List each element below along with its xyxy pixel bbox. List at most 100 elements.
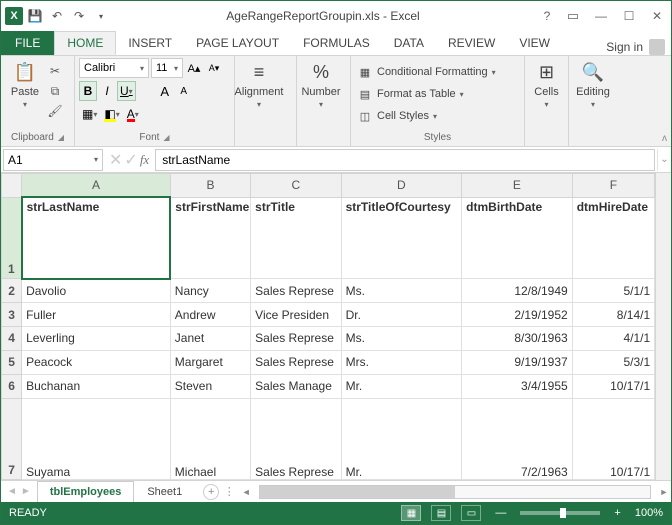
tab-insert[interactable]: INSERT <box>116 31 184 55</box>
spreadsheet-grid[interactable]: A B C D E F 1 strLastName strFirstName s… <box>1 173 671 480</box>
tab-page-layout[interactable]: PAGE LAYOUT <box>184 31 291 55</box>
decrease-font-icon[interactable]: A▾ <box>205 58 223 78</box>
row-7[interactable]: 7SuyamaMichaelSales RepreseMr.7/2/196310… <box>2 398 655 479</box>
sheet-nav-prev-icon[interactable]: ◄ <box>7 486 17 497</box>
cell-F1[interactable]: dtmHireDate <box>572 197 654 278</box>
cancel-formula-icon[interactable]: ✕ <box>109 150 122 170</box>
tab-view[interactable]: VIEW <box>507 31 562 55</box>
copy-icon[interactable]: ⧉ <box>45 82 65 100</box>
col-A[interactable]: A <box>22 174 171 198</box>
col-E[interactable]: E <box>462 174 573 198</box>
format-as-table-button[interactable]: ▤Format as Table▾ <box>357 84 502 104</box>
row-5[interactable]: 5PeacockMargaretSales RepreseMrs.9/19/19… <box>2 350 655 374</box>
format-painter-icon[interactable]: 🖌 <box>45 102 65 120</box>
font-launcher-icon[interactable]: ◢ <box>163 133 169 142</box>
sheet-nav-next-icon[interactable]: ► <box>21 486 31 497</box>
maximize-icon[interactable]: ☐ <box>615 5 643 27</box>
fill-color-button[interactable]: ◧▾ <box>101 104 122 124</box>
group-number: % Number ▾ <box>297 56 351 146</box>
save-icon[interactable]: 💾 <box>25 6 45 26</box>
editing-button[interactable]: 🔍 Editing ▾ <box>573 58 613 109</box>
find-icon: 🔍 <box>581 60 605 84</box>
minimize-icon[interactable]: — <box>587 5 615 27</box>
row-1[interactable]: 1 strLastName strFirstName strTitle strT… <box>2 197 655 278</box>
formula-input[interactable]: strLastName <box>155 149 655 171</box>
clipboard-label: Clipboard <box>11 132 54 143</box>
increase-font-icon[interactable]: A▴ <box>185 58 203 78</box>
col-B[interactable]: B <box>170 174 250 198</box>
col-C[interactable]: C <box>251 174 341 198</box>
collapse-ribbon-icon[interactable]: ʌ <box>662 133 667 144</box>
bold-button[interactable]: B <box>79 81 97 101</box>
tab-data[interactable]: DATA <box>382 31 436 55</box>
font-size-select[interactable]: 11▾ <box>151 58 183 78</box>
tab-home[interactable]: HOME <box>54 31 116 55</box>
row-4[interactable]: 4LeverlingJanetSales RepreseMs.8/30/1963… <box>2 327 655 351</box>
row-3[interactable]: 3FullerAndrewVice PresidenDr.2/19/19528/… <box>2 303 655 327</box>
hscroll-left-icon[interactable]: ◄ <box>239 487 253 497</box>
italic-button[interactable]: I <box>98 81 116 101</box>
col-D[interactable]: D <box>341 174 462 198</box>
tab-file[interactable]: FILE <box>1 31 54 55</box>
zoom-slider[interactable] <box>520 511 600 515</box>
name-box[interactable]: A1▾ <box>3 149 103 171</box>
cells-icon: ⊞ <box>535 60 559 84</box>
font-size-icon[interactable]: A <box>156 81 174 101</box>
styles-label: Styles <box>424 132 451 143</box>
sheet-tab-other[interactable]: Sheet1 <box>134 481 195 503</box>
row-6[interactable]: 6BuchananStevenSales ManageMr.3/4/195510… <box>2 374 655 398</box>
clipboard-launcher-icon[interactable]: ◢ <box>58 133 64 142</box>
rowhead-1[interactable]: 1 <box>2 197 22 278</box>
alignment-label: Alignment <box>235 86 284 98</box>
expand-formula-bar-icon[interactable]: ⌄ <box>657 149 671 171</box>
cell-C1[interactable]: strTitle <box>251 197 341 278</box>
row-2[interactable]: 2DavolioNancySales RepreseMs.12/8/19495/… <box>2 279 655 303</box>
qat-customize-icon[interactable]: ▾ <box>91 6 111 26</box>
group-editing: 🔍 Editing ▾ <box>569 56 617 146</box>
cell-E1[interactable]: dtmBirthDate <box>462 197 573 278</box>
hscroll-right-icon[interactable]: ► <box>657 487 671 497</box>
font-size-small-icon[interactable]: A <box>175 81 193 101</box>
sign-in[interactable]: Sign in <box>606 39 671 55</box>
cell-D1[interactable]: strTitleOfCourtesy <box>341 197 462 278</box>
add-sheet-icon[interactable]: + <box>203 484 219 500</box>
page-layout-view-icon[interactable]: ▤ <box>431 505 451 521</box>
tab-review[interactable]: REVIEW <box>436 31 507 55</box>
vertical-scrollbar[interactable] <box>655 173 671 480</box>
fx-icon[interactable]: fx <box>140 152 149 168</box>
conditional-formatting-button[interactable]: ▦Conditional Formatting▾ <box>357 62 502 82</box>
zoom-level[interactable]: 100% <box>635 507 663 519</box>
alignment-button[interactable]: ≡ Alignment ▾ <box>239 58 279 109</box>
redo-icon[interactable]: ↷ <box>69 6 89 26</box>
cell-A1[interactable]: strLastName <box>22 197 171 278</box>
cell-styles-button[interactable]: ◫Cell Styles▾ <box>357 106 502 126</box>
window-controls: ? ▭ — ☐ ✕ <box>535 5 671 27</box>
paste-label: Paste <box>11 86 39 98</box>
tab-split-icon[interactable]: ⋮ <box>219 485 239 498</box>
underline-button[interactable]: U ▾ <box>117 81 136 101</box>
tab-formulas[interactable]: FORMULAS <box>291 31 382 55</box>
normal-view-icon[interactable]: ▦ <box>401 505 421 521</box>
column-headers[interactable]: A B C D E F <box>2 174 655 198</box>
page-break-view-icon[interactable]: ▭ <box>461 505 481 521</box>
border-button[interactable]: ▦ ▾ <box>79 104 100 124</box>
cells-button[interactable]: ⊞ Cells ▾ <box>529 58 564 109</box>
font-name-select[interactable]: Calibri▾ <box>79 58 149 78</box>
number-button[interactable]: % Number ▾ <box>301 58 341 109</box>
undo-icon[interactable]: ↶ <box>47 6 67 26</box>
select-all-corner[interactable] <box>2 174 22 198</box>
zoom-out-icon[interactable]: — <box>491 507 510 519</box>
horizontal-scrollbar[interactable] <box>259 485 651 499</box>
zoom-in-icon[interactable]: + <box>610 507 624 519</box>
percent-icon: % <box>309 60 333 84</box>
sheet-tab-active[interactable]: tblEmployees <box>37 481 135 503</box>
help-icon[interactable]: ? <box>535 5 559 27</box>
close-icon[interactable]: ✕ <box>643 5 671 27</box>
font-color-button[interactable]: A▾ <box>124 104 142 124</box>
col-F[interactable]: F <box>572 174 654 198</box>
cell-B1[interactable]: strFirstName <box>170 197 250 278</box>
ribbon-options-icon[interactable]: ▭ <box>559 5 587 27</box>
paste-button[interactable]: 📋 Paste ▾ <box>5 58 45 109</box>
cut-icon[interactable]: ✂ <box>45 62 65 80</box>
enter-formula-icon[interactable]: ✓ <box>124 150 137 170</box>
